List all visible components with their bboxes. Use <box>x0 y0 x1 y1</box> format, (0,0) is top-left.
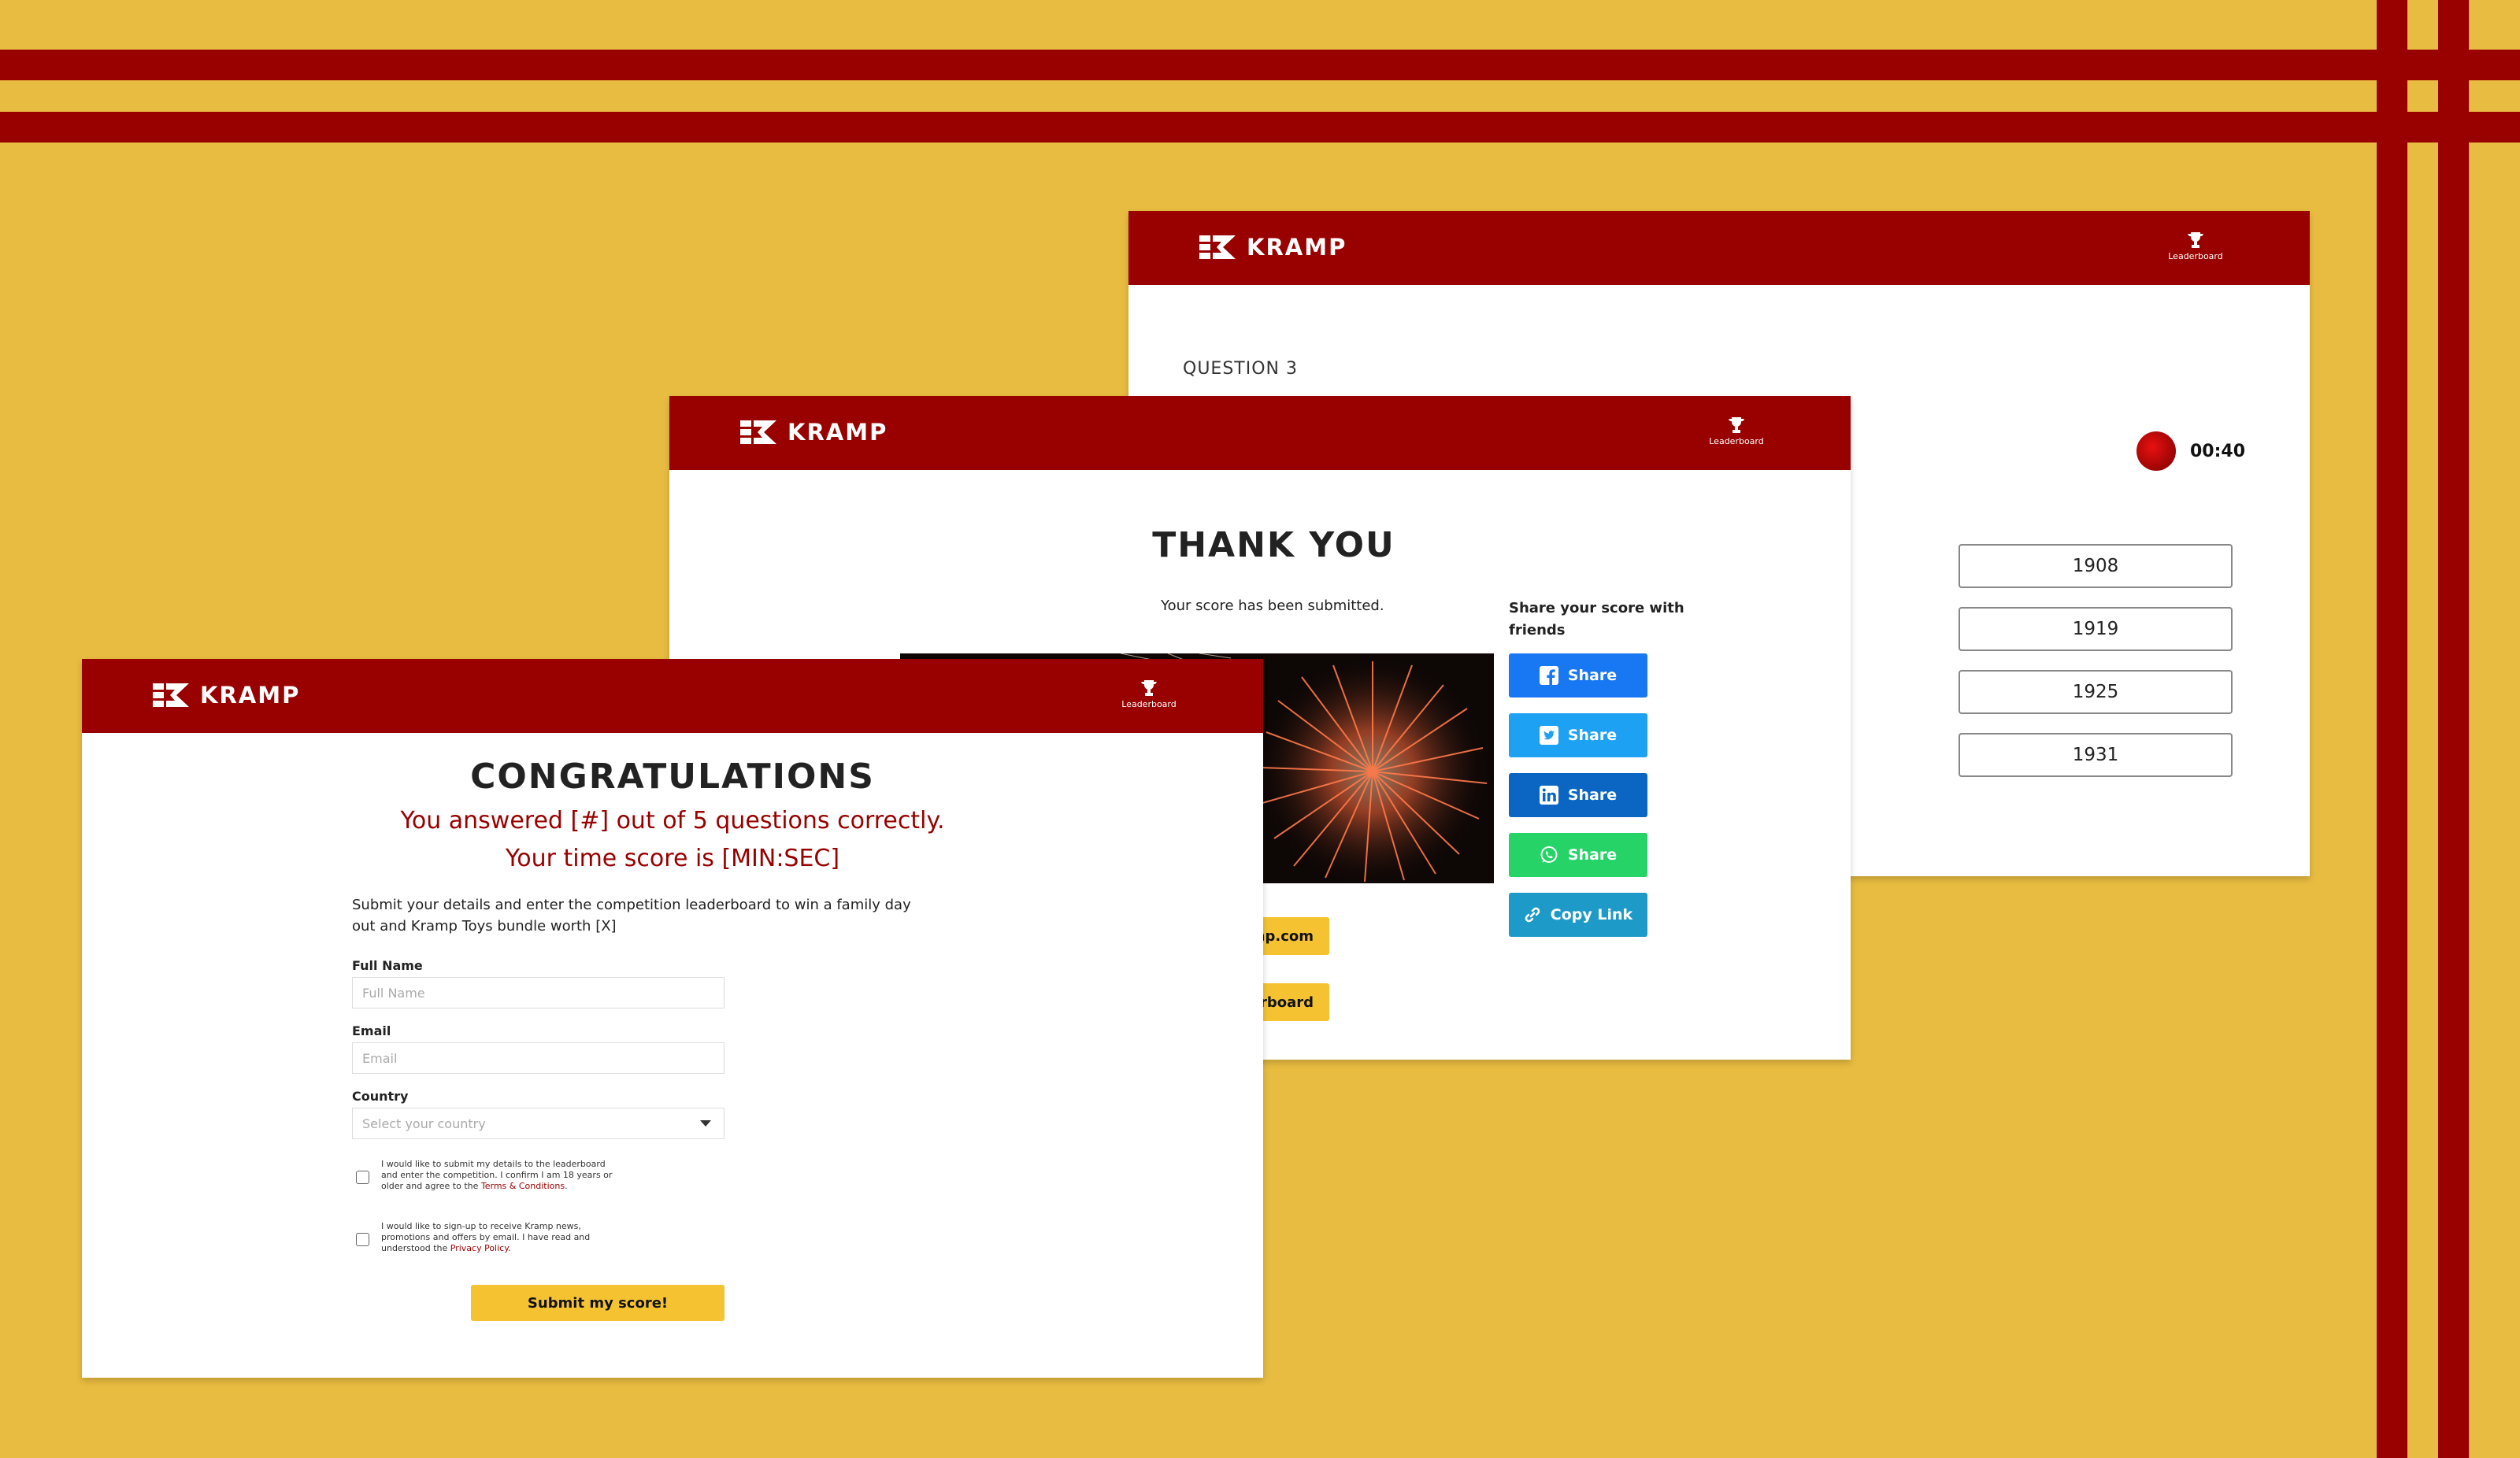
country-placeholder: Select your country <box>362 1116 486 1131</box>
copy-link-label: Copy Link <box>1550 906 1633 923</box>
share-whatsapp-label: Share <box>1567 846 1618 864</box>
decor-stripe-vertical <box>2377 0 2407 1458</box>
leaderboard-link[interactable]: Leaderboard <box>1114 679 1184 709</box>
consent-line: I would like to sign-up to receive Kramp… <box>381 1221 581 1231</box>
page-title: CONGRATULATIONS <box>470 757 875 797</box>
trophy-icon <box>2188 232 2203 248</box>
share-facebook-button[interactable]: Share <box>1509 653 1647 698</box>
time-summary: Your time score is [MIN:SEC] <box>505 845 840 872</box>
share-facebook-label: Share <box>1567 667 1618 684</box>
description-line: out and Kramp Toys bundle worth [X] <box>352 918 617 934</box>
header-bar: KRAMP Leaderboard <box>669 396 1851 470</box>
twitter-icon <box>1539 726 1558 745</box>
country-select[interactable]: Select your country <box>352 1108 724 1139</box>
kramp-logo[interactable]: KRAMP <box>153 682 300 709</box>
share-linkedin-button[interactable]: Share <box>1509 773 1647 817</box>
share-heading-line: Share your score with <box>1509 600 1684 616</box>
consent-line: promotions and offers by email. I have r… <box>381 1232 591 1242</box>
country-label: Country <box>352 1089 409 1104</box>
share-twitter-button[interactable]: Share <box>1509 713 1647 757</box>
header-bar: KRAMP Leaderboard <box>1128 211 2310 285</box>
question-number: QUESTION 3 <box>1183 359 1298 379</box>
answer-option[interactable]: 1908 <box>1959 544 2233 588</box>
logo-text: KRAMP <box>200 682 301 709</box>
leaderboard-link[interactable]: Leaderboard <box>1701 416 1772 446</box>
kramp-logo-icon <box>1199 235 1236 259</box>
consent-line: I would like to submit my details to the… <box>381 1159 606 1169</box>
leaderboard-label: Leaderboard <box>2168 251 2223 261</box>
email-label: Email <box>352 1023 391 1038</box>
decor-stripe-vertical <box>2438 0 2469 1458</box>
answer-option[interactable]: 1919 <box>1959 607 2233 651</box>
full-name-label: Full Name <box>352 958 423 973</box>
consent-line: older and agree to the <box>381 1181 479 1191</box>
congratulations-window: KRAMP Leaderboard CONGRATULATIONS You an… <box>82 659 1263 1378</box>
logo-text: KRAMP <box>788 419 888 446</box>
share-twitter-label: Share <box>1567 727 1618 744</box>
consent-line: and enter the competition. I confirm I a… <box>381 1170 613 1180</box>
answer-option[interactable]: 1925 <box>1959 670 2233 714</box>
competition-description: Submit your details and enter the compet… <box>352 894 919 937</box>
full-name-placeholder: Full Name <box>362 985 425 1001</box>
chevron-down-icon <box>700 1120 711 1127</box>
countdown-timer: 00:40 <box>2136 431 2245 471</box>
leaderboard-consent-checkbox[interactable] <box>356 1171 369 1184</box>
leaderboard-link[interactable]: Leaderboard <box>2160 231 2231 261</box>
privacy-policy-link[interactable]: Privacy Policy <box>450 1243 508 1253</box>
decor-stripe-horizontal <box>0 50 2520 80</box>
answer-options: 1908 1919 1925 1931 <box>1959 544 2233 796</box>
submit-score-button[interactable]: Submit my score! <box>471 1285 724 1321</box>
score-summary: You answered [#] out of 5 questions corr… <box>400 807 945 834</box>
page-title: THANK YOU <box>1152 525 1395 565</box>
description-line: Submit your details and enter the compet… <box>352 897 911 913</box>
leaderboard-consent-text: I would like to submit my details to the… <box>381 1159 613 1191</box>
logo-text: KRAMP <box>1247 234 1347 261</box>
copy-link-button[interactable]: Copy Link <box>1509 893 1647 937</box>
kramp-logo[interactable]: KRAMP <box>1199 234 1347 261</box>
submission-message: Your score has been submitted. <box>1161 598 1384 614</box>
answer-option[interactable]: 1931 <box>1959 733 2233 777</box>
timer-text: 00:40 <box>2190 441 2246 461</box>
kramp-logo-icon <box>153 683 189 707</box>
consent-line: understood the <box>381 1243 448 1253</box>
leaderboard-label: Leaderboard <box>1121 699 1177 709</box>
leaderboard-label: Leaderboard <box>1709 436 1764 446</box>
share-whatsapp-button[interactable]: Share <box>1509 833 1647 877</box>
email-field[interactable]: Email <box>352 1042 724 1074</box>
kramp-logo[interactable]: KRAMP <box>740 419 888 446</box>
linkedin-icon <box>1539 786 1558 805</box>
share-linkedin-label: Share <box>1567 786 1618 804</box>
kramp-logo-icon <box>740 420 776 444</box>
newsletter-consent-checkbox[interactable] <box>356 1233 369 1246</box>
email-placeholder: Email <box>362 1050 398 1066</box>
share-heading: Share your score with friends <box>1509 598 1684 642</box>
full-name-field[interactable]: Full Name <box>352 977 724 1008</box>
trophy-icon <box>1141 680 1157 696</box>
facebook-icon <box>1539 666 1558 685</box>
timer-indicator-icon <box>2136 431 2176 471</box>
share-heading-line: friends <box>1509 622 1566 638</box>
terms-link[interactable]: Terms & Conditions <box>481 1181 565 1191</box>
header-bar: KRAMP Leaderboard <box>82 659 1263 733</box>
newsletter-consent-text: I would like to sign-up to receive Kramp… <box>381 1221 591 1253</box>
whatsapp-icon <box>1540 846 1558 863</box>
decor-stripe-horizontal <box>0 112 2520 142</box>
trophy-icon <box>1729 417 1744 433</box>
link-icon <box>1525 907 1540 923</box>
